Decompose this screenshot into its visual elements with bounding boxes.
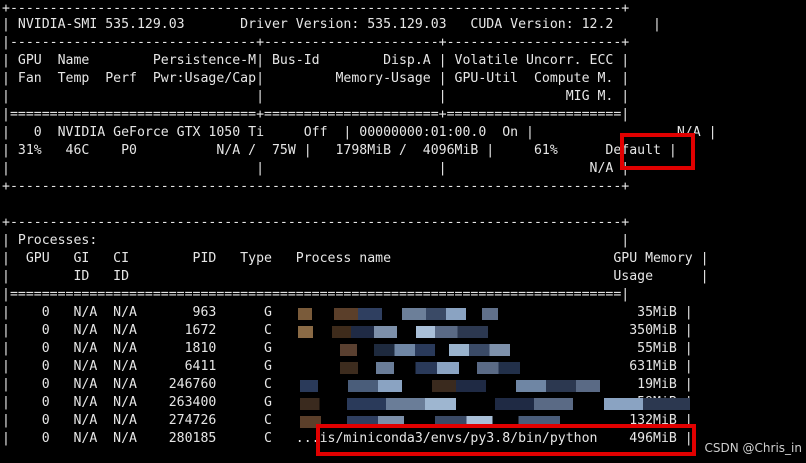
gpu-header-row-1: | GPU Name Persistence-M| Bus-Id Disp.A … <box>2 53 630 68</box>
redacted-process-name <box>340 362 520 374</box>
gpu-header-row-3: | | | MIG M. | <box>2 89 630 104</box>
redacted-process-name <box>300 380 600 392</box>
gpu-row-usage: | 31% 46C P0 N/A / 75W | 1798MiB / 4096M… <box>2 143 677 158</box>
processes-title: | Processes: | <box>2 233 630 248</box>
gpu-row-name: | 0 NVIDIA GeForce GTX 1050 Ti Off | 000… <box>2 125 717 140</box>
redacted-process-name <box>298 326 488 338</box>
watermark: CSDN @Chris_in <box>704 441 802 455</box>
redacted-process-name <box>300 398 690 410</box>
gpu-row-mig: | | | N/A | <box>2 161 630 176</box>
process-header-row-2: | ID ID Usage | <box>2 269 709 284</box>
redacted-process-name <box>340 344 510 356</box>
process-table-eq-separator: |=======================================… <box>2 287 630 302</box>
process-header-row-1: | GPU GI CI PID Type Process name GPU Me… <box>2 251 709 266</box>
process-name-highlight <box>316 424 696 456</box>
gpu-header-row-2: | Fan Temp Perf Pwr:Usage/Cap| Memory-Us… <box>2 71 630 86</box>
process-table-top-border: +---------------------------------------… <box>2 215 630 230</box>
redacted-process-name <box>298 308 498 320</box>
gpu-table-bottom-border: +---------------------------------------… <box>2 179 630 194</box>
gpu-util-highlight <box>620 133 695 170</box>
gpu-table-separator: |-------------------------------+-------… <box>2 35 630 50</box>
gpu-table-eq-separator: |===============================+=======… <box>2 107 630 122</box>
smi-title-row: | NVIDIA-SMI 535.129.03 Driver Version: … <box>2 17 661 32</box>
